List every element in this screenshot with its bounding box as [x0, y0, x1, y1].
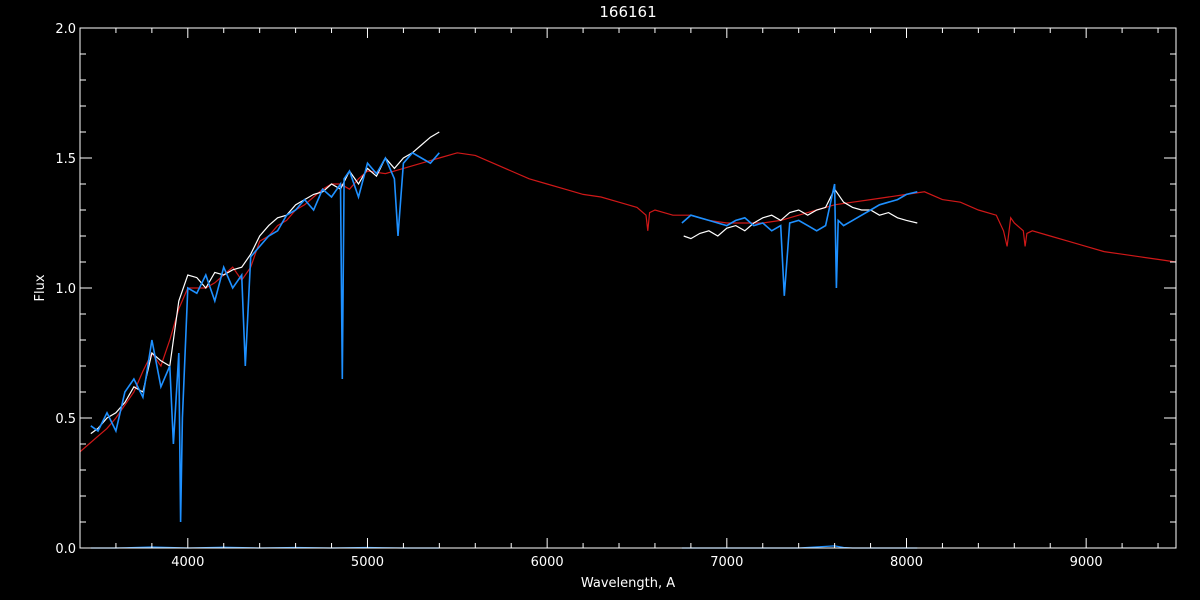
chart-title: 166161	[599, 3, 656, 21]
x-tick-label: 5000	[351, 555, 384, 570]
x-tick-label: 6000	[531, 555, 564, 570]
y-tick-label: 0.0	[55, 542, 76, 557]
spectrum-chart: 4000 5000 6000 7000 8000 90000.00.51.01.52.0 …	[0, 0, 1200, 600]
y-tick-label: 2.0	[55, 22, 76, 37]
y-tick-label: 1.5	[55, 152, 76, 167]
x-tick-label: 7000	[710, 555, 743, 570]
y-tick-label: 0.5	[55, 412, 76, 427]
x-tick-label: 8000	[890, 555, 923, 570]
x-tick-label: 9000	[1070, 555, 1103, 570]
y-axis-label: Flux	[33, 274, 48, 301]
x-tick-label: 4000	[171, 555, 204, 570]
y-tick-label: 1.0	[55, 282, 76, 297]
x-axis-label: Wavelength, A	[581, 576, 675, 591]
